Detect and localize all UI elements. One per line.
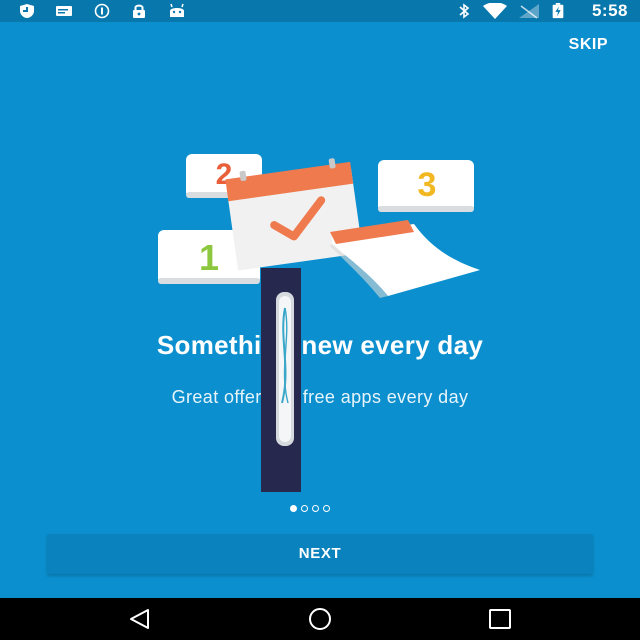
- next-button[interactable]: NEXT: [47, 534, 593, 574]
- navigation-bar: [0, 598, 640, 640]
- recents-icon[interactable]: [486, 606, 514, 632]
- status-bar: 5:58: [0, 0, 640, 22]
- onboarding-screen: 5:58 SKIP 2 3 1 Something new every day …: [0, 0, 640, 640]
- wifi-icon: [483, 3, 507, 19]
- number-3-label: 3: [418, 166, 437, 204]
- message-icon: [56, 6, 72, 16]
- skip-button[interactable]: SKIP: [569, 36, 608, 54]
- home-icon[interactable]: [306, 606, 334, 632]
- back-icon[interactable]: [126, 606, 154, 632]
- phone-graphic-icon: [261, 268, 301, 492]
- android-icon: [170, 3, 184, 17]
- battery-icon: [552, 3, 564, 19]
- page-dot-1[interactable]: [290, 505, 297, 512]
- number-card-3: 3: [378, 160, 474, 212]
- signal-icon: [519, 4, 539, 19]
- page-indicator: [290, 505, 330, 515]
- page-dot-2[interactable]: [301, 505, 308, 512]
- page-subtitle: Great offers on free apps every day: [171, 387, 469, 407]
- shield-icon: [20, 4, 34, 18]
- calendar-page-icon: [330, 220, 480, 298]
- bluetooth-icon: [459, 3, 470, 19]
- page-dot-3[interactable]: [312, 505, 319, 512]
- number-1-label: 1: [199, 237, 219, 278]
- lock-icon: [133, 4, 145, 18]
- page-title: Something new every day: [156, 330, 484, 360]
- calendar-illustration: 2 3 1: [158, 154, 480, 298]
- info-icon: [94, 3, 110, 19]
- page-dot-4[interactable]: [323, 505, 330, 512]
- status-time: 5:58: [591, 1, 628, 20]
